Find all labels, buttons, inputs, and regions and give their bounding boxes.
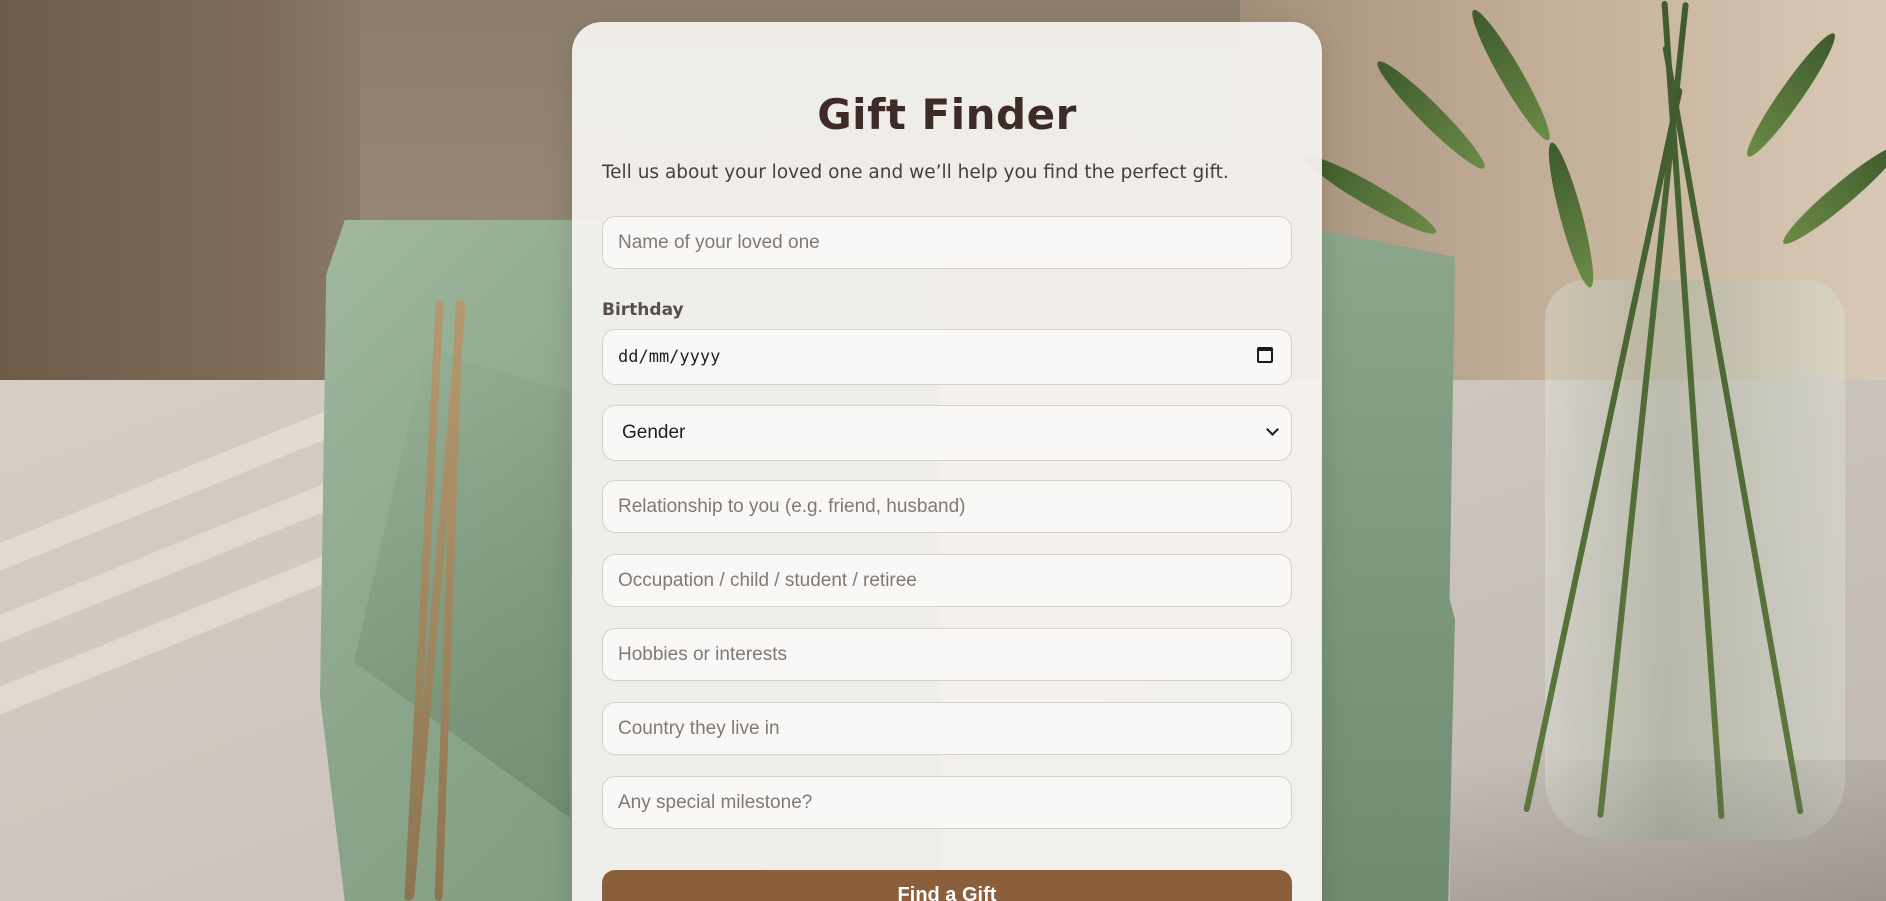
relationship-input-placeholder: Relationship to you (e.g. friend, husban…	[618, 495, 966, 517]
country-input-placeholder: Country they live in	[618, 717, 780, 739]
gift-finder-form: Gift Finder Tell us about your loved one…	[572, 22, 1322, 901]
birthday-date-value: dd/mm/yyyy	[618, 347, 721, 367]
find-gift-button[interactable]: Find a Gift	[602, 870, 1292, 901]
glass-jar-image	[1545, 280, 1845, 840]
background-wall	[0, 0, 360, 420]
page-subtitle: Tell us about your loved one and we’ll h…	[602, 162, 1229, 183]
page-title: Gift Finder	[817, 90, 1077, 139]
relationship-input[interactable]: Relationship to you (e.g. friend, husban…	[602, 480, 1292, 533]
occupation-input-placeholder: Occupation / child / student / retiree	[618, 569, 917, 591]
background-shadow	[1450, 760, 1886, 901]
gift-box-side	[1320, 230, 1455, 901]
gender-select-value: Gender	[622, 422, 686, 443]
name-input[interactable]: Name of your loved one	[602, 216, 1292, 269]
milestone-input[interactable]: Any special milestone?	[602, 776, 1292, 829]
hobbies-input-placeholder: Hobbies or interests	[618, 643, 787, 665]
chevron-down-icon	[1266, 423, 1279, 436]
birthday-date-input[interactable]: dd/mm/yyyy	[602, 329, 1292, 385]
name-input-placeholder: Name of your loved one	[618, 231, 820, 253]
occupation-input[interactable]: Occupation / child / student / retiree	[602, 554, 1292, 607]
hobbies-input[interactable]: Hobbies or interests	[602, 628, 1292, 681]
page-background: Gift Finder Tell us about your loved one…	[0, 0, 1886, 901]
gender-select[interactable]: Gender	[602, 405, 1292, 461]
calendar-icon[interactable]	[1257, 347, 1273, 363]
find-gift-button-label: Find a Gift	[897, 884, 997, 901]
birthday-label: Birthday	[602, 300, 684, 320]
country-input[interactable]: Country they live in	[602, 702, 1292, 755]
milestone-input-placeholder: Any special milestone?	[618, 791, 813, 813]
